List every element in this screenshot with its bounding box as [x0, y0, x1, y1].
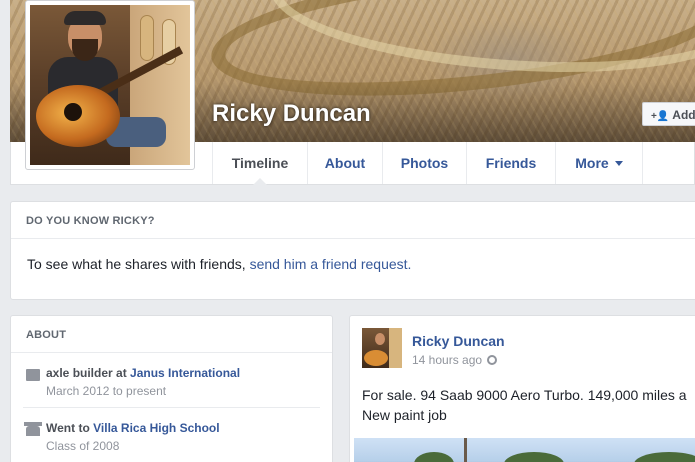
- add-friend-label: Add F: [672, 108, 695, 122]
- about-education-prefix: Went to: [46, 421, 94, 435]
- post-text: For sale. 94 Saab 9000 Aero Turbo. 149,0…: [362, 385, 695, 425]
- add-friend-button[interactable]: +👤Add F: [642, 102, 695, 126]
- about-work-line: axle builder at Janus International: [46, 366, 240, 380]
- photo-wall-guitar: [140, 15, 154, 61]
- do-you-know-header: DO YOU KNOW RICKY?: [11, 202, 695, 239]
- briefcase-icon: [26, 369, 40, 381]
- tab-timeline[interactable]: Timeline: [212, 142, 307, 185]
- about-item-work: axle builder at Janus International Marc…: [23, 353, 320, 408]
- globe-icon: [487, 355, 498, 365]
- post-avatar-head: [375, 333, 385, 345]
- add-friend-icon: +👤: [651, 111, 670, 122]
- chevron-down-icon: [614, 160, 623, 166]
- post-avatar-guitar: [364, 350, 388, 366]
- profile-tabs: Timeline About Photos Friends More: [212, 142, 643, 185]
- tab-about[interactable]: About: [307, 142, 382, 184]
- employer-link[interactable]: Janus International: [130, 366, 240, 380]
- post-photo[interactable]: [354, 438, 695, 462]
- post-photo-tree: [504, 452, 564, 462]
- about-work-prefix: axle builder at: [46, 366, 131, 380]
- about-card: ABOUT axle builder at Janus Internationa…: [10, 315, 333, 462]
- school-link[interactable]: Villa Rica High School: [93, 421, 219, 435]
- about-header: ABOUT: [11, 316, 332, 353]
- about-work-dates: March 2012 to present: [46, 384, 167, 398]
- do-you-know-message: To see what he shares with friends,: [27, 256, 250, 272]
- post-avatar[interactable]: [362, 328, 402, 368]
- post-timestamp[interactable]: 14 hours ago: [412, 353, 498, 367]
- about-education-line: Went to Villa Rica High School: [46, 421, 220, 435]
- timeline-post: Ricky Duncan 14 hours ago For sale. 94 S…: [349, 315, 695, 462]
- do-you-know-text: To see what he shares with friends, send…: [11, 239, 695, 272]
- tab-friends[interactable]: Friends: [466, 142, 555, 184]
- post-photo-tree: [634, 452, 695, 462]
- profile-picture[interactable]: [25, 0, 195, 170]
- profile-picture-image: [30, 5, 190, 165]
- profile-name[interactable]: Ricky Duncan: [212, 100, 371, 128]
- tab-more-label: More: [575, 155, 609, 171]
- photo-guitar-soundhole: [64, 103, 82, 121]
- post-text-line: For sale. 94 Saab 9000 Aero Turbo. 149,0…: [362, 387, 687, 403]
- about-item-education: Went to Villa Rica High School Class of …: [23, 408, 320, 462]
- friend-request-link[interactable]: send him a friend request.: [250, 256, 412, 272]
- post-photo-pole: [464, 438, 467, 462]
- school-icon: [24, 422, 42, 436]
- post-text-line: New paint job: [362, 407, 447, 423]
- do-you-know-card: DO YOU KNOW RICKY? To see what he shares…: [10, 201, 695, 300]
- photo-bandana: [64, 11, 106, 25]
- post-time-text: 14 hours ago: [412, 353, 483, 367]
- about-education-class: Class of 2008: [46, 439, 120, 453]
- post-author[interactable]: Ricky Duncan: [412, 333, 505, 349]
- post-avatar-wall: [389, 328, 402, 368]
- post-photo-tree: [414, 452, 454, 462]
- tab-more[interactable]: More: [555, 142, 643, 184]
- tab-photos[interactable]: Photos: [382, 142, 466, 184]
